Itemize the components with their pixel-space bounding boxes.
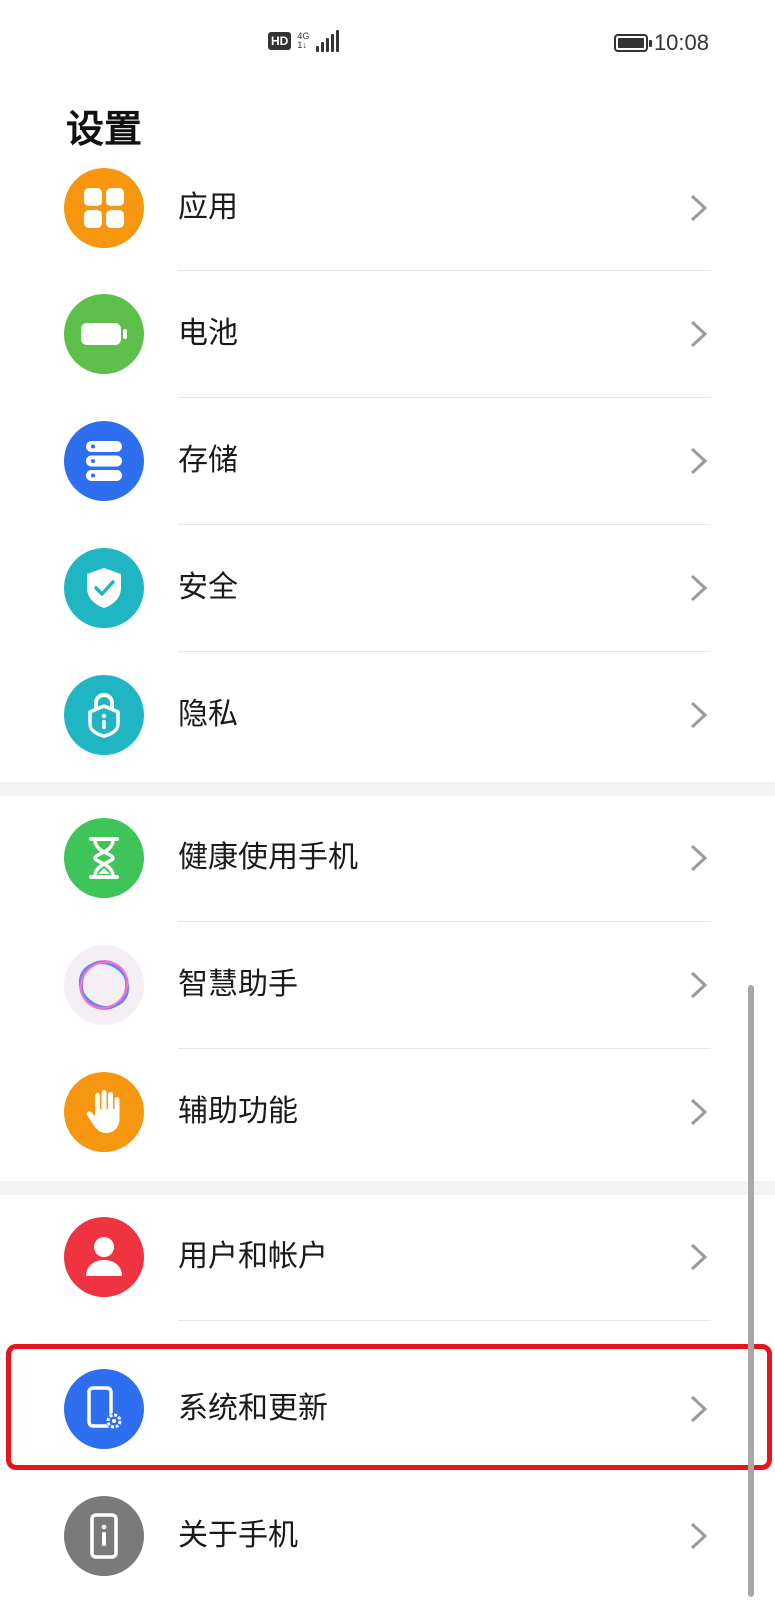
settings-item-label: 电池 — [178, 316, 238, 351]
settings-item-accessibility[interactable]: 辅助功能 — [0, 1048, 775, 1175]
chevron-right-icon — [690, 1395, 708, 1423]
settings-item-label: 应用 — [178, 190, 238, 225]
settings-item-label: 用户和帐户 — [178, 1239, 328, 1274]
settings-item-label: 健康使用手机 — [178, 840, 358, 875]
battery-settings-icon — [64, 294, 144, 374]
chevron-right-icon — [690, 194, 708, 222]
settings-item-label: 智慧助手 — [178, 967, 298, 1002]
settings-item-security[interactable]: 安全 — [0, 524, 775, 651]
chevron-right-icon — [690, 1522, 708, 1550]
chevron-right-icon — [690, 701, 708, 729]
chevron-right-icon — [690, 574, 708, 602]
settings-item-users[interactable]: 用户和帐户 — [0, 1193, 775, 1320]
divider — [178, 1320, 711, 1321]
apps-icon — [64, 168, 144, 248]
settings-item-label: 隐私 — [178, 697, 238, 732]
chevron-right-icon — [690, 844, 708, 872]
scrollbar[interactable] — [748, 985, 754, 1597]
settings-item-about-phone[interactable]: 关于手机 — [0, 1472, 775, 1599]
settings-item-label: 关于手机 — [178, 1518, 298, 1553]
chevron-right-icon — [690, 971, 708, 999]
chevron-right-icon — [690, 320, 708, 348]
settings-item-assistant[interactable]: 智慧助手 — [0, 921, 775, 1048]
settings-item-label: 系统和更新 — [178, 1391, 328, 1426]
settings-item-label: 安全 — [178, 570, 238, 605]
hand-icon — [64, 1072, 144, 1152]
chevron-right-icon — [690, 447, 708, 475]
settings-item-privacy[interactable]: 隐私 — [0, 651, 775, 778]
settings-item-storage[interactable]: 存储 — [0, 397, 775, 524]
settings-item-label: 辅助功能 — [178, 1094, 298, 1129]
assistant-ring-icon — [64, 945, 144, 1025]
chevron-right-icon — [690, 1098, 708, 1126]
settings-item-label: 存储 — [178, 443, 238, 478]
chevron-right-icon — [690, 1243, 708, 1271]
shield-check-icon — [64, 548, 144, 628]
user-icon — [64, 1217, 144, 1297]
settings-item-apps[interactable]: 应用 — [0, 144, 775, 271]
phone-info-icon — [64, 1496, 144, 1576]
hourglass-icon — [64, 818, 144, 898]
privacy-lock-icon — [64, 675, 144, 755]
settings-item-battery[interactable]: 电池 — [0, 270, 775, 397]
settings-list: 应用 电池 存储 安全 隐私 健康使用手机 智慧助手 辅助功能 用户和帐户 系统… — [0, 0, 775, 1600]
settings-item-system-update[interactable]: 系统和更新 — [0, 1345, 775, 1472]
storage-icon — [64, 421, 144, 501]
settings-item-digital-balance[interactable]: 健康使用手机 — [0, 794, 775, 921]
phone-settings-icon — [64, 1369, 144, 1449]
